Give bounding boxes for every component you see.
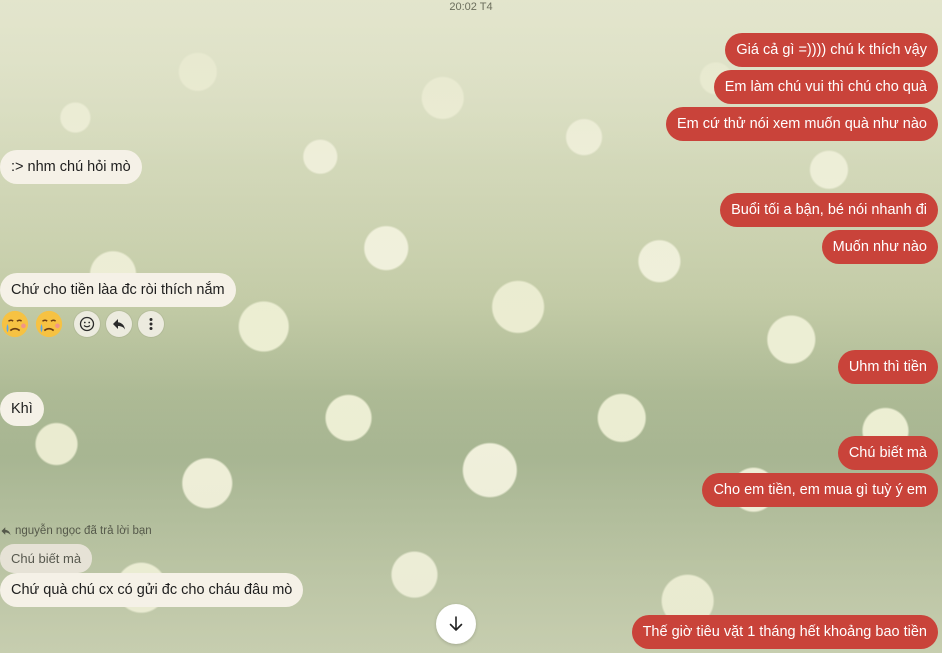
message-outgoing[interactable]: Uhm thì tiền xyxy=(837,350,938,384)
reply-button[interactable] xyxy=(106,311,132,337)
message-outgoing[interactable]: Em cứ thử nói xem muốn quà như nào xyxy=(666,107,938,141)
add-reaction-button[interactable] xyxy=(74,311,100,337)
message-outgoing[interactable]: Buổi tối a bận, bé nói nhanh đi xyxy=(720,193,938,227)
crying-face-icon[interactable] xyxy=(34,309,64,339)
timestamp: 20:02 T4 xyxy=(449,1,493,13)
more-options-button[interactable] xyxy=(138,311,164,337)
reply-arrow-icon xyxy=(1,527,11,536)
message-outgoing[interactable]: Cho em tiền, em mua gì tuỳ ý em xyxy=(702,473,938,507)
message-incoming[interactable]: Chứ cho tiền làa đc ròi thích nắm xyxy=(0,273,236,307)
message-outgoing[interactable]: Chú biết mà xyxy=(837,436,938,470)
reply-indicator: nguyễn ngọc đã trả lời bạn xyxy=(0,525,152,537)
message-outgoing[interactable]: Em làm chú vui thì chú cho quà xyxy=(713,70,938,104)
message-incoming[interactable]: Chứ quà chú cx có gửi đc cho cháu đâu mò xyxy=(0,573,304,607)
message-reactions-row xyxy=(0,309,164,339)
message-outgoing[interactable]: Muốn như nào xyxy=(821,230,938,264)
message-incoming[interactable]: Khì xyxy=(0,392,44,426)
crying-face-icon[interactable] xyxy=(0,309,30,339)
message-incoming[interactable]: :> nhm chú hỏi mò xyxy=(0,150,142,184)
reply-indicator-text: nguyễn ngọc đã trả lời bạn xyxy=(15,525,152,537)
smiley-icon xyxy=(79,316,95,332)
scroll-to-bottom-button[interactable] xyxy=(436,604,476,644)
message-outgoing[interactable]: Giá cả gì =)))) chú k thích vậy xyxy=(725,33,938,67)
reply-icon xyxy=(113,319,125,330)
message-outgoing[interactable]: Thế giờ tiêu vặt 1 tháng hết khoảng bao … xyxy=(631,615,938,649)
arrow-down-icon xyxy=(449,616,463,631)
chat-area[interactable]: 20:02 T4 Giá cả gì =)))) chú k thích vậy… xyxy=(0,0,942,653)
quoted-message[interactable]: Chú biết mà xyxy=(0,544,93,573)
more-icon xyxy=(149,318,153,330)
